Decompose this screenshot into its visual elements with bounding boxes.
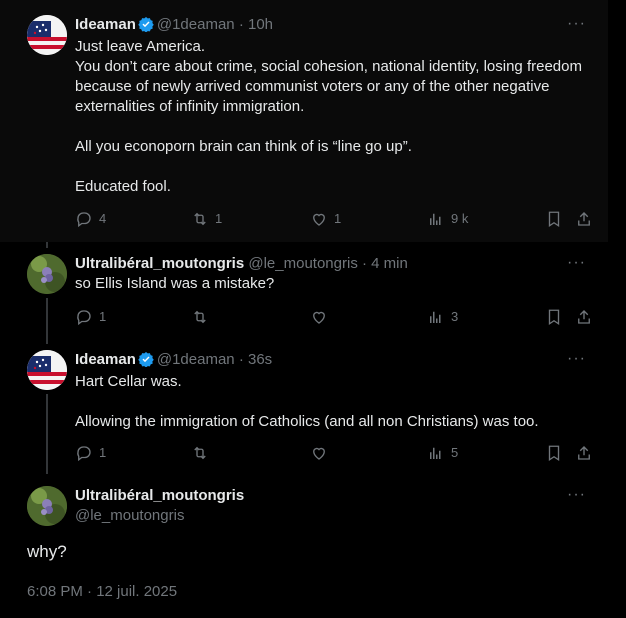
verified-badge-icon: [138, 16, 154, 38]
reply-count: 1: [99, 309, 107, 324]
bookmark-icon: [548, 309, 560, 326]
views-icon: [430, 447, 441, 459]
repost-icon: [194, 310, 206, 324]
tweet-text: Just leave America. You don’t care about…: [75, 38, 582, 195]
more-icon[interactable]: ···: [567, 15, 586, 33]
handle[interactable]: @le_moutongris: [75, 506, 244, 526]
views-count: 5: [451, 445, 459, 460]
tweet[interactable]: Ultralibéral_moutongris @le_moutongris ·…: [0, 242, 608, 338]
share-icon: [578, 310, 590, 324]
repost-button[interactable]: [191, 444, 215, 462]
bookmark-button[interactable]: [545, 444, 569, 462]
reply-icon: [77, 446, 91, 462]
repost-icon: [194, 212, 206, 226]
bookmark-button[interactable]: [545, 210, 569, 228]
views-button[interactable]: 9 k: [427, 210, 468, 228]
heart-icon: [313, 447, 325, 460]
tweet-time[interactable]: 10h: [248, 16, 273, 33]
share-button[interactable]: [575, 444, 599, 462]
views-button[interactable]: 5: [427, 444, 458, 462]
heart-icon: [313, 213, 325, 226]
tweet[interactable]: Ideaman @1deaman · 36s ··· Hart Cellar wa…: [0, 338, 608, 474]
reply-count: 1: [99, 445, 107, 460]
handle[interactable]: @le_moutongris: [248, 255, 357, 272]
repost-icon: [194, 446, 206, 460]
handle[interactable]: @1deaman: [157, 351, 235, 368]
display-name[interactable]: Ideaman: [75, 16, 136, 33]
display-name[interactable]: Ideaman: [75, 351, 136, 368]
tweet-time[interactable]: 36s: [248, 351, 272, 368]
tweet[interactable]: Ideaman @1deaman · 10h ··· Just leave Ame…: [0, 0, 608, 242]
repost-count: 1: [215, 211, 223, 226]
avatar[interactable]: [27, 486, 67, 526]
display-name[interactable]: Ultralibéral_moutongris: [75, 486, 244, 506]
like-button[interactable]: [310, 308, 334, 326]
scrollbar[interactable]: [608, 0, 626, 618]
display-name[interactable]: Ultralibéral_moutongris: [75, 255, 244, 272]
reply-count: 4: [99, 211, 107, 226]
tweet-text: Hart Cellar was. Allowing the immigratio…: [75, 373, 539, 430]
tweet-time[interactable]: 4 min: [371, 255, 408, 272]
action-bar: 1 3: [75, 308, 595, 328]
reply-button[interactable]: 1: [75, 308, 106, 326]
tweet-timestamp[interactable]: 6:08 PM · 12 juil. 2025: [27, 583, 177, 600]
bookmark-button[interactable]: [545, 308, 569, 326]
avatar[interactable]: [27, 254, 67, 294]
views-icon: [430, 311, 441, 323]
bookmark-icon: [548, 211, 560, 228]
share-button[interactable]: [575, 308, 599, 326]
like-button[interactable]: [310, 444, 334, 462]
reply-button[interactable]: 4: [75, 210, 106, 228]
verified-badge-icon: [138, 351, 154, 373]
reply-button[interactable]: 1: [75, 444, 106, 462]
repost-button[interactable]: [191, 308, 215, 326]
more-icon[interactable]: ···: [567, 350, 586, 368]
action-bar: 4 1 1 9 k: [75, 210, 595, 230]
main-tweet-text: why?: [27, 542, 67, 561]
views-count: 3: [451, 309, 459, 324]
avatar[interactable]: [27, 350, 67, 390]
views-count: 9 k: [451, 211, 469, 226]
share-icon: [578, 446, 590, 460]
like-count: 1: [334, 211, 342, 226]
reply-icon: [77, 212, 91, 228]
like-button[interactable]: 1: [310, 210, 341, 228]
heart-icon: [313, 311, 325, 324]
repost-button[interactable]: 1: [191, 210, 222, 228]
more-icon[interactable]: ···: [567, 254, 586, 272]
bookmark-icon: [548, 445, 560, 462]
handle[interactable]: @1deaman: [157, 16, 235, 33]
share-icon: [578, 212, 590, 226]
more-icon[interactable]: ···: [567, 486, 586, 504]
reply-icon: [77, 310, 91, 326]
tweet-text: so Ellis Island was a mistake?: [75, 275, 275, 292]
views-icon: [430, 213, 441, 225]
views-button[interactable]: 3: [427, 308, 458, 326]
avatar[interactable]: [27, 15, 67, 55]
share-button[interactable]: [575, 210, 599, 228]
action-bar: 1 5: [75, 444, 595, 464]
